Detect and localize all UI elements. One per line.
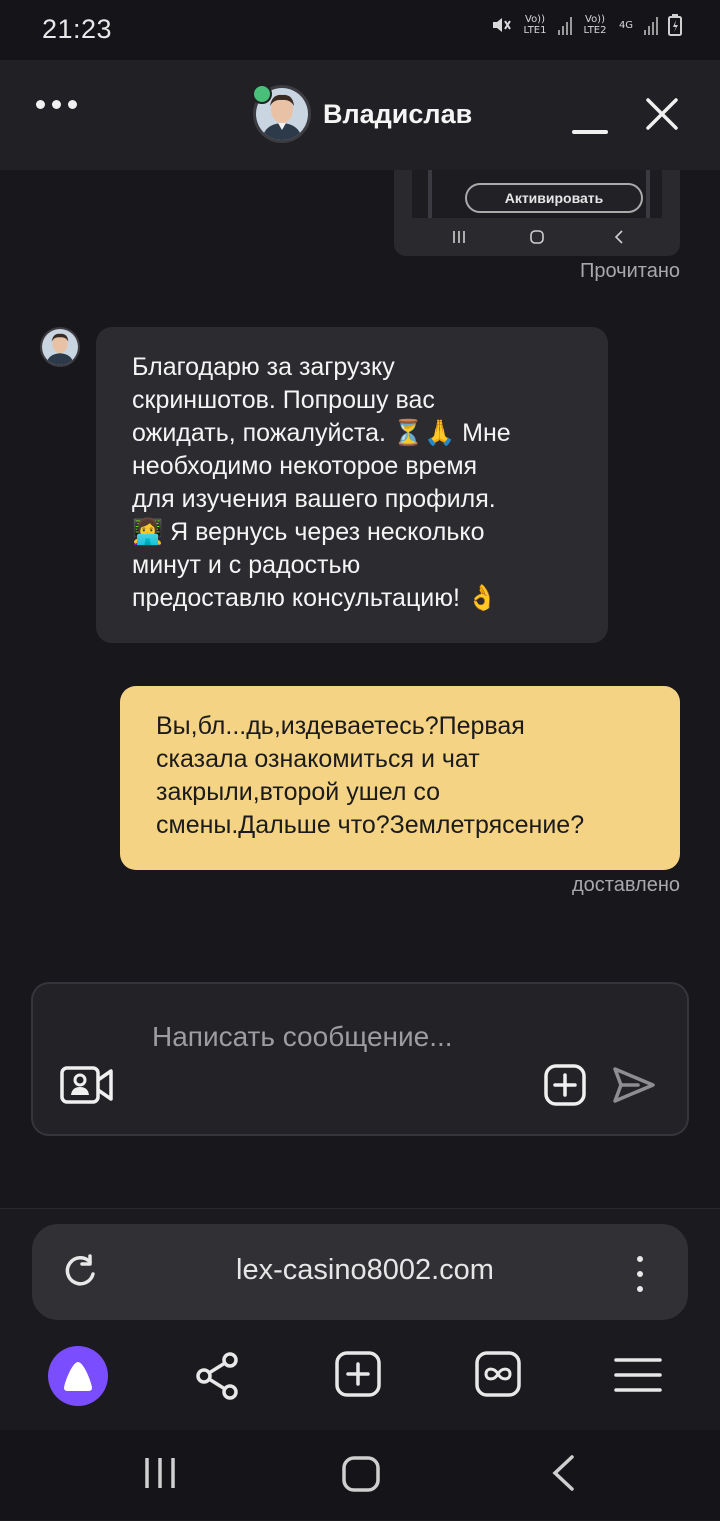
screenshot-content: Активировать [412,170,662,218]
signal-icon [558,15,572,35]
message-input[interactable] [152,1013,522,1117]
home-icon[interactable] [342,1456,380,1492]
more-dots-icon[interactable] [36,100,77,109]
contact-name[interactable]: Владислав [323,99,472,130]
sim1-label: Vo)) LTE1 [523,14,547,36]
system-navigation-bar [0,1430,720,1520]
divider [646,170,650,218]
alice-icon[interactable] [48,1346,108,1406]
signal-icon [644,15,658,35]
sim2-label: Vo)) LTE2 [583,14,607,36]
divider [428,170,432,218]
battery-icon [668,14,682,36]
recent-apps-icon[interactable] [143,1456,177,1490]
menu-icon[interactable] [614,1350,662,1400]
avatar [40,327,80,367]
send-icon[interactable] [612,1066,656,1104]
screenshot-nav-bar [394,218,680,256]
share-icon[interactable] [194,1350,242,1402]
read-status: Прочитано [580,260,680,282]
video-call-icon[interactable] [60,1066,114,1104]
add-attachment-icon[interactable] [544,1064,586,1106]
back-icon [614,230,623,244]
home-icon [530,230,544,244]
outgoing-message: Вы,бл...дь,издеваетесь?Первая сказала оз… [120,686,680,870]
person-avatar-icon [42,329,78,365]
new-tab-icon[interactable] [334,1350,382,1400]
reload-icon[interactable] [60,1252,100,1292]
url-text[interactable]: lex-casino8002.com [150,1254,580,1287]
back-icon[interactable] [548,1454,578,1492]
recent-apps-icon [453,231,465,243]
page-menu-icon[interactable] [626,1254,654,1294]
online-indicator [252,84,272,104]
incoming-message: Благодарю за загрузку скриншотов. Попрош… [96,327,608,643]
delivered-status: доставлено [572,874,680,896]
tabs-icon[interactable] [474,1350,522,1400]
minimize-icon[interactable] [572,110,608,134]
mute-icon [493,18,511,32]
status-time: 21:23 [42,14,113,44]
screenshot-attachment[interactable]: Активировать [394,170,680,256]
activate-button: Активировать [465,183,643,213]
network-type-label: 4G [618,19,634,31]
status-icons: Vo)) LTE1 Vo)) LTE2 4G [490,14,682,36]
close-icon[interactable] [644,96,680,132]
